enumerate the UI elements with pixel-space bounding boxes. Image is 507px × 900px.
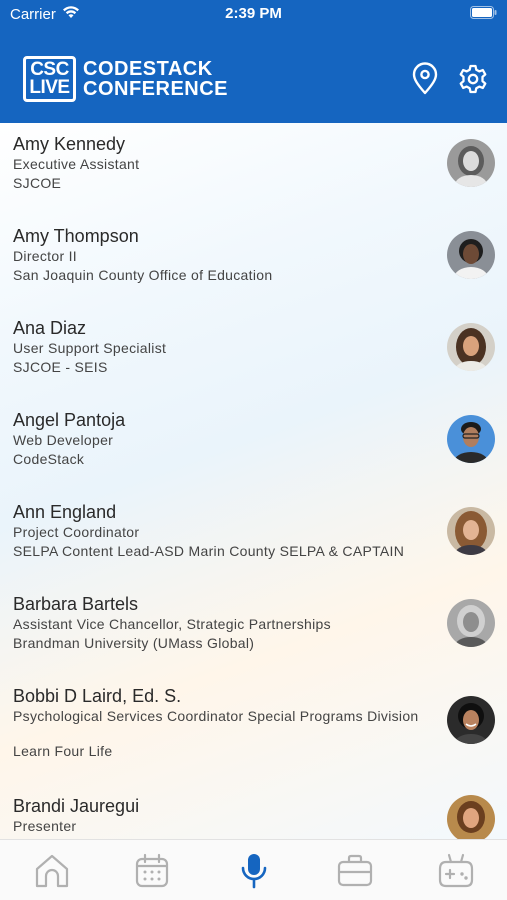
codestack-conference-logo: CSC LIVE CODESTACK CONFERENCE — [23, 56, 263, 102]
speaker-org: Brandman University (UMass Global) — [13, 635, 255, 651]
speaker-name: Amy Kennedy — [13, 134, 126, 154]
avatar — [447, 139, 495, 187]
speaker-title: Assistant Vice Chancellor, Strategic Par… — [13, 616, 331, 632]
speaker-list: Amy Kennedy Executive Assistant SJCOE Am… — [0, 123, 507, 839]
speaker-row[interactable]: Amy Kennedy Executive Assistant SJCOE — [0, 123, 507, 215]
speaker-org: San Joaquin County Office of Education — [13, 267, 273, 283]
speaker-org: SELPA Content Lead-ASD Marin County SELP… — [13, 543, 405, 559]
speaker-org: SJCOE - SEIS — [13, 359, 108, 375]
speaker-row[interactable]: Brandi Jauregui Presenter — [0, 785, 507, 839]
status-bar: Carrier 2:39 PM — [0, 0, 507, 30]
speaker-title: Presenter — [13, 818, 77, 834]
avatar — [447, 507, 495, 555]
speaker-row[interactable]: Amy Thompson Director II San Joaquin Cou… — [0, 215, 507, 307]
speaker-name: Angel Pantoja — [13, 410, 126, 430]
speaker-row[interactable]: Angel Pantoja Web Developer CodeStack — [0, 399, 507, 491]
avatar — [447, 415, 495, 463]
speaker-name: Ann England — [13, 502, 117, 522]
microphone-icon[interactable] — [235, 852, 273, 890]
speaker-row[interactable]: Ann England Project Coordinator SELPA Co… — [0, 491, 507, 583]
home-icon[interactable] — [33, 852, 71, 890]
speaker-title: Executive Assistant — [13, 156, 140, 172]
logo-line-2: CONFERENCE — [83, 78, 229, 100]
speaker-name: Brandi Jauregui — [13, 796, 140, 816]
avatar — [447, 696, 495, 744]
gamepad-icon[interactable] — [437, 852, 475, 890]
speaker-org: Learn Four Life — [13, 743, 113, 759]
battery-icon — [470, 6, 497, 19]
avatar — [447, 323, 495, 371]
speaker-org: SJCOE — [13, 175, 62, 191]
logo-text: CODESTACK CONFERENCE — [83, 59, 228, 99]
speaker-name: Bobbi D Laird, Ed. S. — [13, 686, 182, 706]
location-pin-icon[interactable] — [409, 62, 441, 96]
speaker-title: Web Developer — [13, 432, 114, 448]
logo-badge: CSC LIVE — [23, 56, 76, 102]
speaker-title: Project Coordinator — [13, 524, 140, 540]
speaker-name: Barbara Bartels — [13, 594, 139, 614]
app-header: Carrier 2:39 PM CSC LIVE CODESTACK CONFE… — [0, 0, 507, 123]
speaker-org: CodeStack — [13, 451, 85, 467]
avatar — [447, 795, 495, 839]
speaker-title: Psychological Services Coordinator Speci… — [13, 708, 419, 724]
speaker-row[interactable]: Ana Diaz User Support Specialist SJCOE -… — [0, 307, 507, 399]
logo-line-1: CODESTACK — [83, 58, 213, 80]
logo-badge-bottom: LIVE — [29, 77, 70, 98]
tab-bar — [0, 839, 507, 900]
speaker-name: Amy Thompson — [13, 226, 139, 246]
gear-icon[interactable] — [457, 62, 489, 96]
speaker-row[interactable]: Bobbi D Laird, Ed. S. Psychological Serv… — [0, 675, 507, 785]
avatar — [447, 599, 495, 647]
status-time: 2:39 PM — [225, 5, 282, 22]
speaker-title: Director II — [13, 248, 77, 264]
avatar — [447, 231, 495, 279]
briefcase-icon[interactable] — [336, 852, 374, 890]
speaker-name: Ana Diaz — [13, 318, 87, 338]
calendar-icon[interactable] — [133, 852, 171, 890]
speaker-title: User Support Specialist — [13, 340, 167, 356]
speaker-row[interactable]: Barbara Bartels Assistant Vice Chancello… — [0, 583, 507, 675]
